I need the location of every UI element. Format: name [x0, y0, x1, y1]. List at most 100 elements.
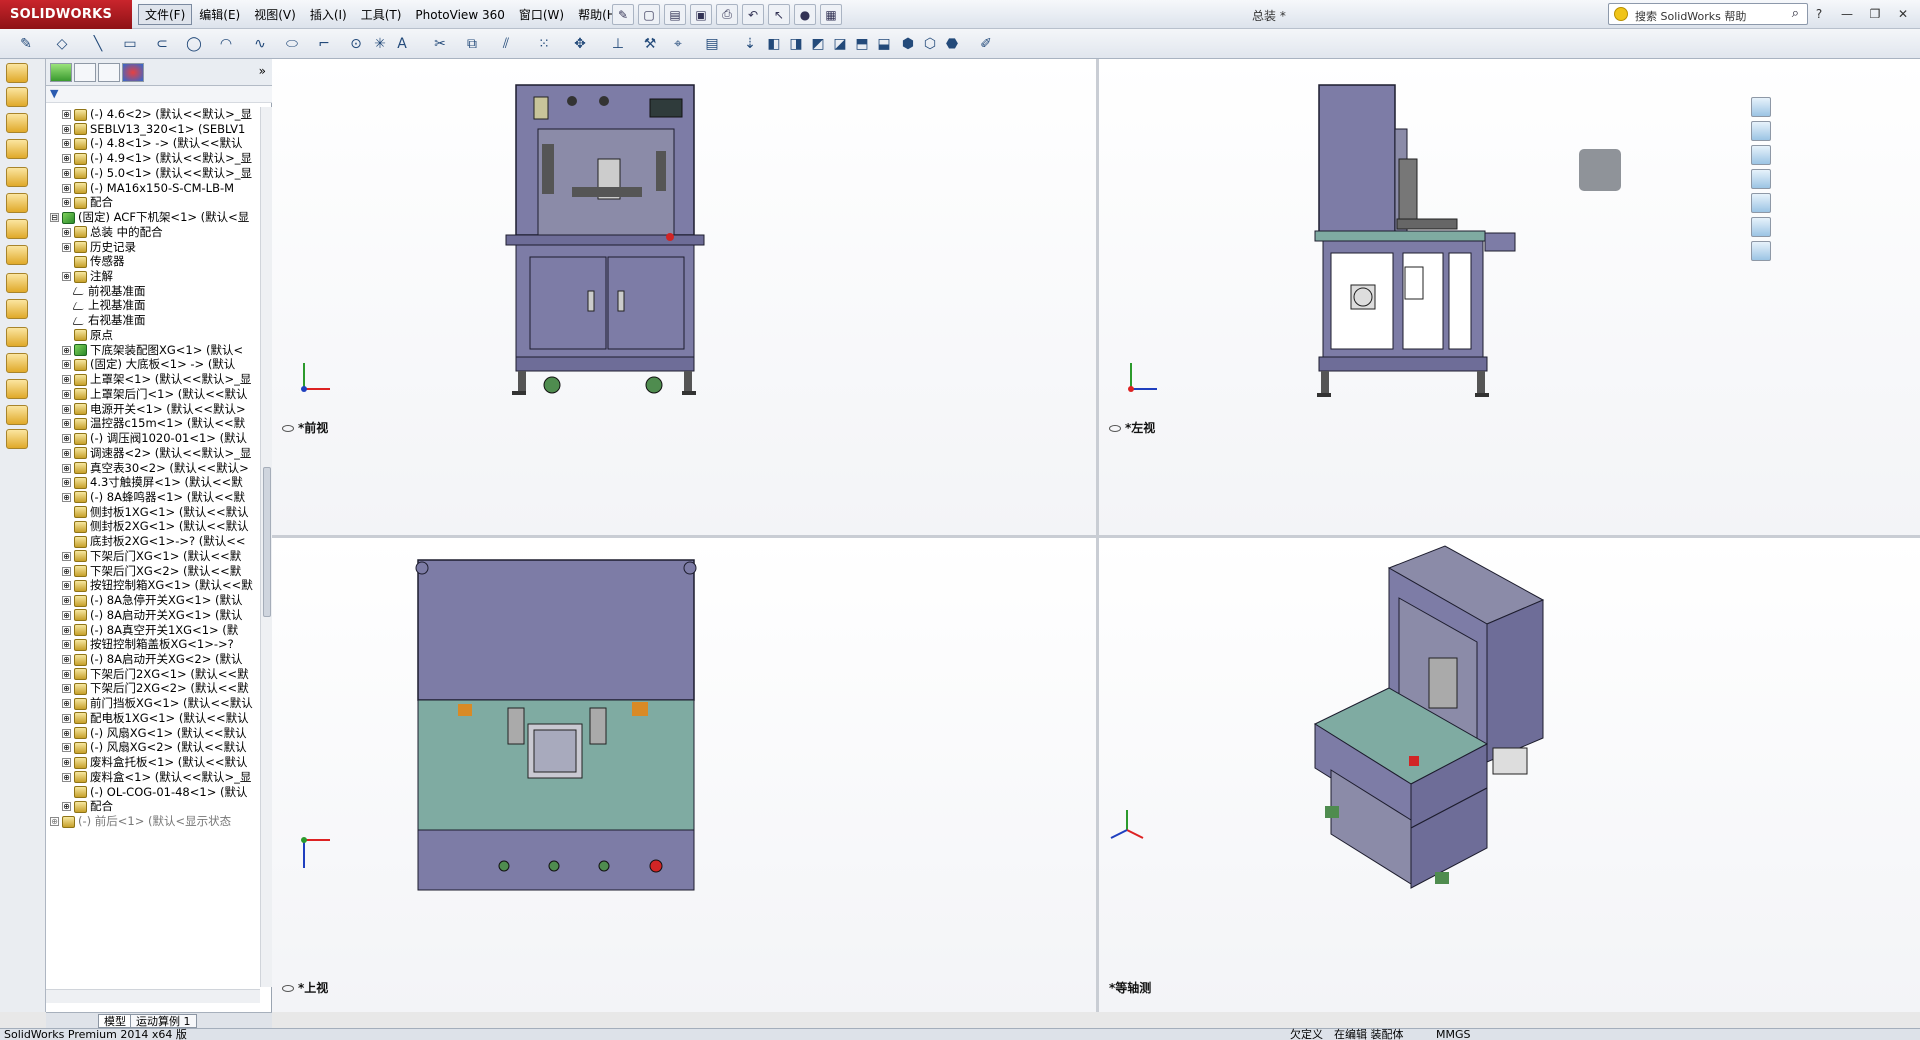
expand-toggle-icon[interactable]: ⊕ — [62, 566, 71, 576]
tree-row[interactable]: ⊕ 下架后门2XG<1> (默认<<默 — [62, 667, 249, 682]
tree-row[interactable]: (-) OL-COG-01-48<1> (默认 — [62, 785, 247, 800]
expand-toggle-icon[interactable]: ⊕ — [62, 802, 71, 812]
quick-snaps-icon[interactable]: ⌖ — [668, 34, 688, 54]
expand-toggle-icon[interactable]: ⊕ — [50, 817, 59, 827]
tree-row[interactable]: 侧封板1XG<1> (默认<<默认 — [62, 505, 249, 520]
point-icon[interactable]: ⊙ — [346, 34, 366, 54]
view-trimetric-icon[interactable]: ⬣ — [942, 34, 962, 54]
tree-row[interactable]: ⊕ (-) 风扇XG<2> (默认<<默认 — [62, 740, 247, 755]
file-properties-icon[interactable]: ▦ — [820, 4, 842, 25]
expand-toggle-icon[interactable]: ⊕ — [62, 655, 71, 664]
expand-toggle-icon[interactable]: ⊕ — [62, 110, 71, 119]
view-right-icon[interactable]: ◪ — [830, 34, 850, 54]
expand-toggle-icon[interactable]: ⊕ — [62, 640, 71, 650]
tree-row[interactable]: ⊕ (-) 4.9<1> (默认<<默认>_显 — [62, 151, 252, 166]
large-assembly-icon[interactable] — [6, 429, 28, 449]
expand-toggle-icon[interactable]: ⊕ — [62, 124, 71, 134]
smart-fastener-icon[interactable] — [6, 245, 28, 265]
expand-toggle-icon[interactable]: ⊕ — [62, 758, 71, 768]
tree-row[interactable]: ⊕ 注解 — [62, 269, 113, 284]
tree-row[interactable]: ⊕ (-) 5.0<1> (默认<<默认>_显 — [62, 166, 252, 181]
move-icon[interactable]: ✥ — [570, 34, 590, 54]
tree-row[interactable]: ⊕ (-) 8A启动开关XG<2> (默认 — [62, 652, 242, 667]
view-left-icon[interactable]: ◩ — [808, 34, 828, 54]
close-button[interactable]: ✕ — [1892, 5, 1914, 23]
tree-row[interactable]: ⊕ 上罩架<1> (默认<<默认>_显 — [62, 372, 251, 387]
pattern-icon[interactable]: ⁙ — [534, 34, 554, 54]
tree-row[interactable]: ⊕ 调速器<2> (默认<<默认>_显 — [62, 446, 251, 461]
edit-tools-icon[interactable] — [6, 87, 28, 107]
expand-toggle-icon[interactable]: ⊕ — [62, 360, 71, 370]
expand-toggle-icon[interactable]: ⊕ — [62, 713, 71, 723]
help-search-input[interactable]: 搜索 SolidWorks 帮助 ⌕ — [1608, 3, 1808, 25]
normal-to-icon[interactable]: ⇣ — [740, 34, 760, 54]
file-explorer-icon[interactable] — [1751, 145, 1771, 165]
expand-toggle-icon[interactable]: ⊕ — [62, 389, 71, 399]
move-component-icon[interactable] — [6, 273, 28, 293]
interference-icon[interactable] — [6, 327, 28, 347]
tree-vertical-scrollbar[interactable] — [260, 107, 272, 987]
expand-toggle-icon[interactable]: ⊕ — [62, 551, 71, 561]
circle-icon[interactable]: ◯ — [184, 34, 204, 54]
tree-row[interactable]: ⊕ (-) MA16x150-S-CM-LB-M — [62, 181, 234, 196]
expand-toggle-icon[interactable]: ⊕ — [62, 154, 71, 164]
expand-panel-icon[interactable]: » — [259, 64, 266, 78]
expand-toggle-icon[interactable]: ⊕ — [62, 345, 71, 355]
assembly-icon[interactable] — [6, 139, 28, 159]
tab-model[interactable]: 模型 — [98, 1014, 132, 1028]
view-back-icon[interactable]: ◨ — [786, 34, 806, 54]
relations-icon[interactable]: ⊥ — [608, 34, 628, 54]
view-dimetric-icon[interactable]: ⬡ — [920, 34, 940, 54]
menu-insert[interactable]: 插入(I) — [303, 4, 354, 25]
appearances-icon[interactable] — [1751, 217, 1771, 237]
tree-row[interactable]: ⊕ 按钮控制箱盖板XG<1>->? — [62, 637, 234, 652]
tree-row[interactable]: ⊕ (-) 8A蜂鸣器<1> (默认<<默 — [62, 490, 245, 505]
design-library-icon[interactable] — [1751, 121, 1771, 141]
menu-tools[interactable]: 工具(T) — [354, 4, 409, 25]
solidworks-resources-icon[interactable] — [1751, 97, 1771, 117]
expand-toggle-icon[interactable]: ⊕ — [62, 168, 71, 178]
ellipse-icon[interactable]: ⬭ — [282, 34, 302, 54]
expand-toggle-icon[interactable]: ⊕ — [62, 242, 71, 252]
expand-toggle-icon[interactable]: ⊕ — [62, 772, 71, 782]
exploded-view-icon[interactable] — [6, 353, 28, 373]
pin-icon[interactable]: ✎ — [612, 4, 634, 25]
menu-edit[interactable]: 编辑(E) — [192, 4, 247, 25]
restore-button[interactable]: ❐ — [1864, 5, 1886, 23]
feedback-popup-icon[interactable] — [1579, 149, 1621, 191]
bom-icon[interactable] — [6, 405, 28, 425]
tree-row[interactable]: ⊕ SEBLV13_320<1> (SEBLV1 — [62, 122, 245, 137]
tree-row[interactable]: ⊕ (-) 8A真空开关1XG<1> (默 — [62, 623, 238, 638]
tree-row[interactable]: ⊕ 真空表30<2> (默认<<默认> — [62, 461, 249, 476]
arc-icon[interactable]: ◠ — [216, 34, 236, 54]
expand-toggle-icon[interactable]: ⊕ — [62, 434, 71, 444]
tree-row[interactable]: ⊕ (-) 调压阀1020-01<1> (默认 — [62, 431, 247, 446]
text-icon[interactable]: A — [392, 34, 412, 54]
trim-icon[interactable]: ✂ — [430, 34, 450, 54]
tree-row[interactable]: ⊕ 配合 — [62, 799, 113, 814]
tree-row[interactable]: ⊕ 按钮控制箱XG<1> (默认<<默 — [62, 578, 253, 593]
display-manager-tab-icon[interactable] — [122, 63, 144, 82]
tree-row[interactable]: ⊕ (-) 前后<1> (默认<显示状态 — [50, 814, 231, 829]
expand-toggle-icon[interactable]: ⊕ — [62, 684, 71, 694]
expand-toggle-icon[interactable]: ⊕ — [62, 463, 71, 473]
view-bottom-icon[interactable]: ⬓ — [874, 34, 894, 54]
tree-row[interactable]: ⊕ (-) 4.8<1> -> (默认<<默认 — [62, 136, 243, 151]
rebuild-icon[interactable]: ● — [794, 4, 816, 25]
expand-toggle-icon[interactable]: ⊕ — [62, 404, 71, 414]
tree-row[interactable]: ⊕ 前门挡板XG<1> (默认<<默认 — [62, 696, 253, 711]
expand-toggle-icon[interactable]: ⊕ — [62, 581, 71, 591]
expand-toggle-icon[interactable]: ⊕ — [62, 743, 71, 753]
expand-toggle-icon[interactable]: ⊕ — [62, 596, 71, 606]
line-icon[interactable]: ╲ — [88, 34, 108, 54]
expand-toggle-icon[interactable]: ⊕ — [62, 419, 71, 429]
normal-select-icon[interactable]: ✐ — [976, 34, 996, 54]
spline-icon[interactable]: ∿ — [250, 34, 270, 54]
tree-row[interactable]: ⊕ 历史记录 — [62, 240, 136, 255]
graphics-area[interactable]: ⌕ ⌕ ↺ ◫ ⬡ ▣ ◎ ● ◍ ▤ ▭ ▯ ❐ ✕ — [272, 59, 1920, 1012]
tree-row[interactable]: ⊕ 配电板1XG<1> (默认<<默认 — [62, 711, 249, 726]
expand-toggle-icon[interactable]: ⊕ — [62, 183, 71, 193]
tree-row[interactable]: ⊕ (-) 4.6<2> (默认<<默认>_显 — [62, 107, 252, 122]
expand-toggle-icon[interactable]: ⊕ — [62, 492, 71, 502]
tree-row[interactable]: ⊕ 下底架装配图XG<1> (默认< — [62, 343, 243, 358]
